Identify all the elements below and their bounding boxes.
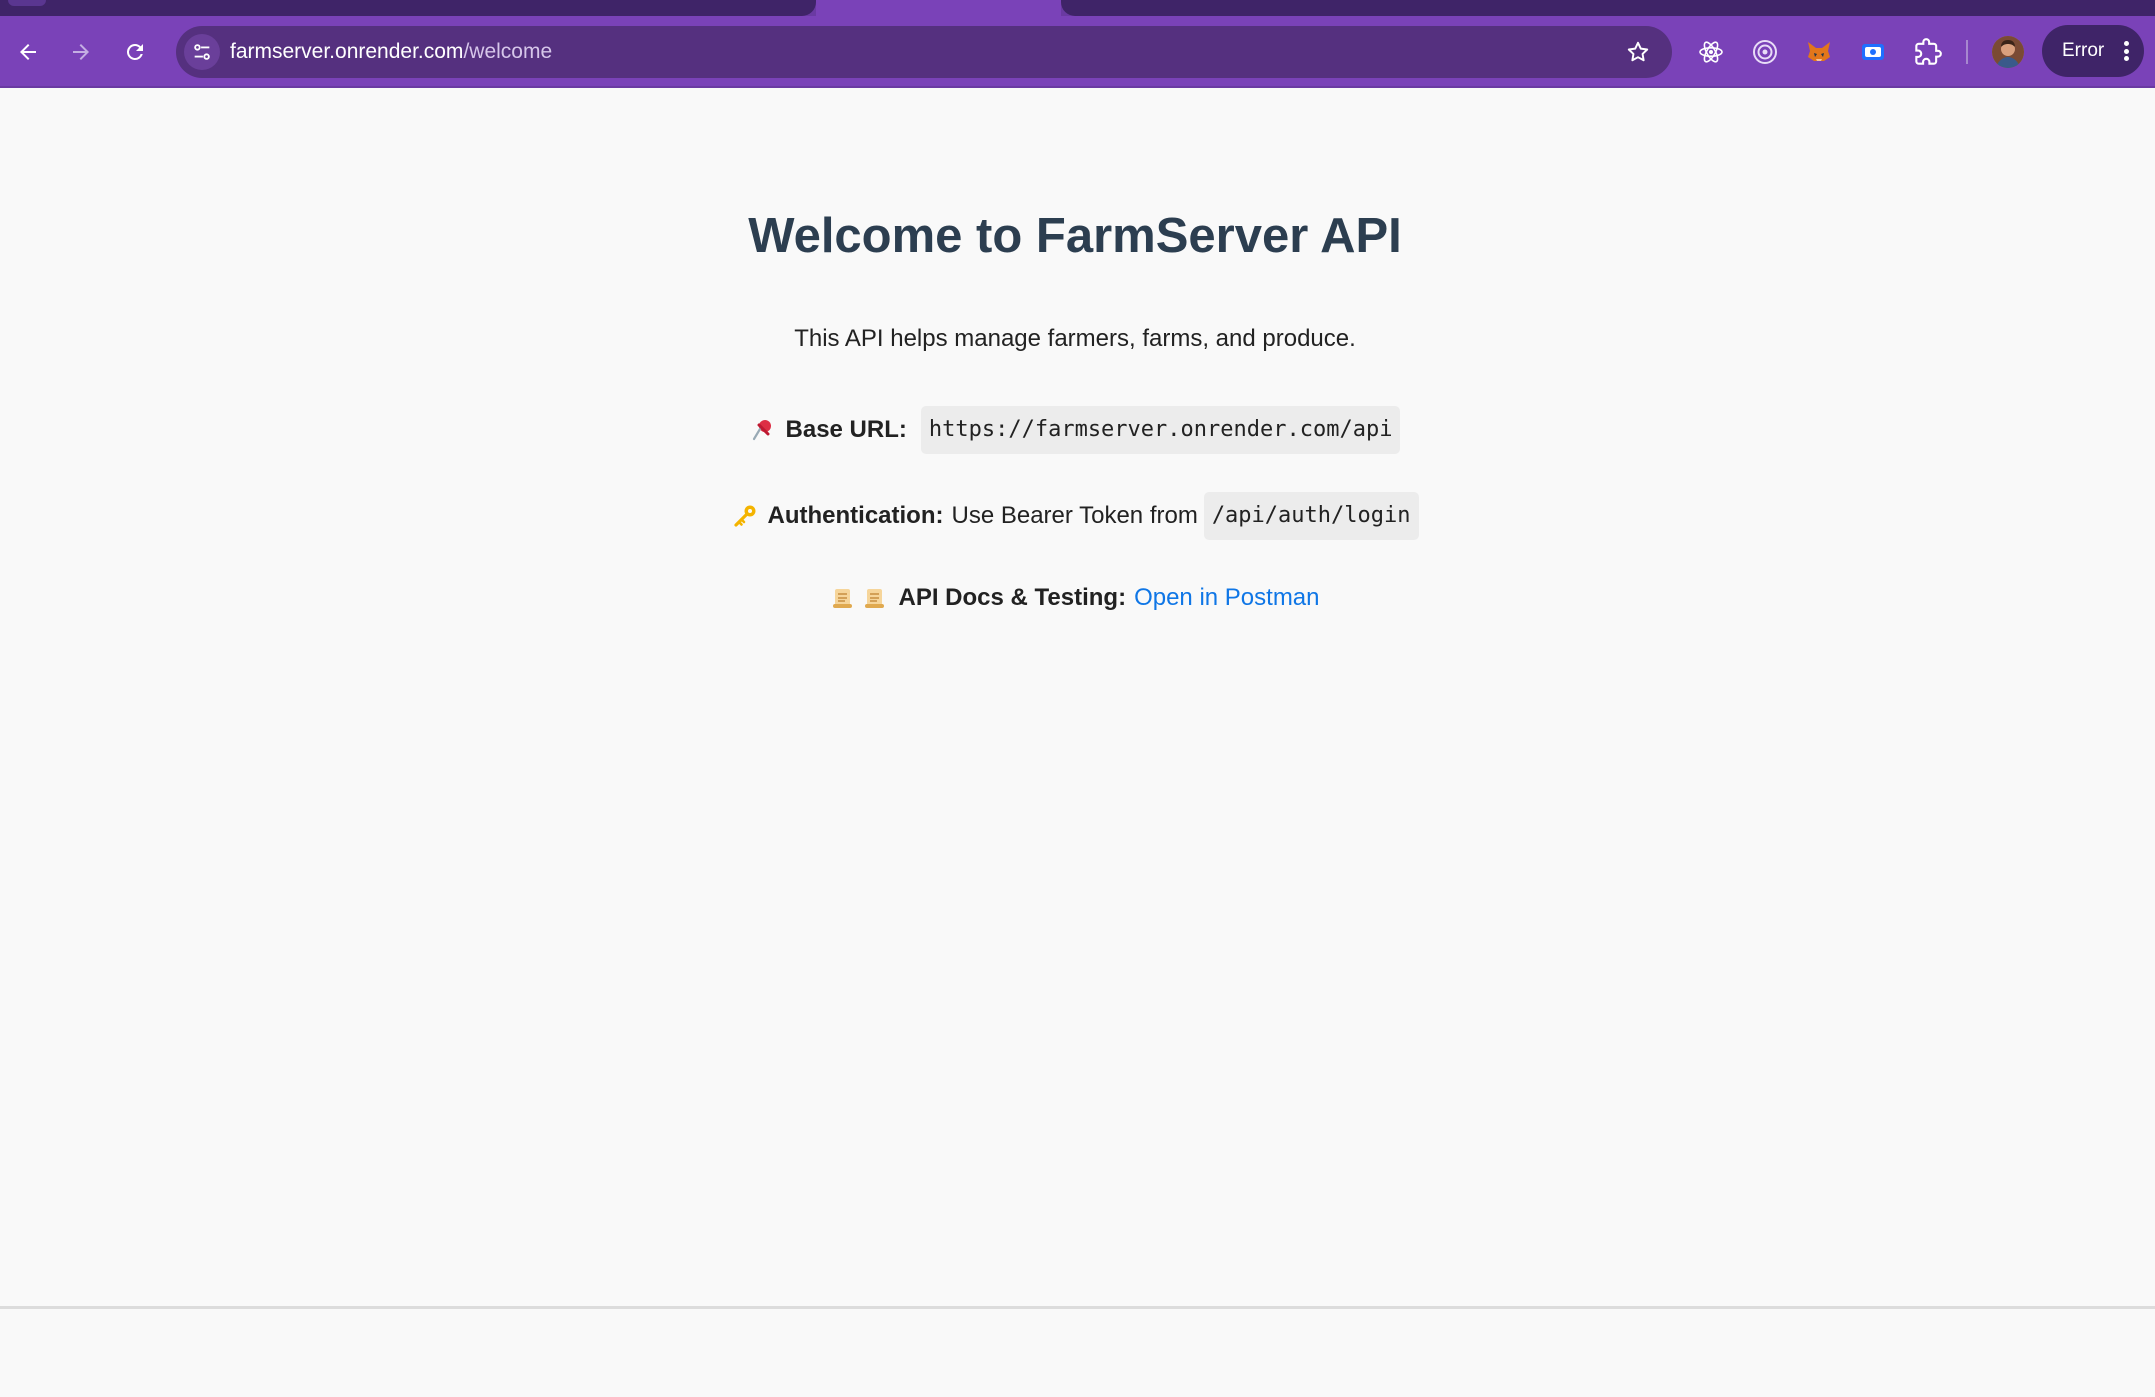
- extensions-button[interactable]: [1910, 34, 1946, 70]
- browser-toolbar: farmserver.onrender.com/welcome Error: [0, 16, 2155, 88]
- bookmark-button[interactable]: [1624, 38, 1652, 66]
- pushpin-icon: [750, 417, 776, 443]
- profile-avatar[interactable]: [1992, 36, 2024, 68]
- authentication-label: Authentication:: [767, 502, 944, 529]
- kebab-icon[interactable]: [2120, 39, 2132, 63]
- page-viewport: Welcome to FarmServer API This API helps…: [0, 88, 2155, 1394]
- docs-row: API Docs & Testing: Open in Postman: [0, 578, 2150, 618]
- puzzle-icon: [1915, 38, 1942, 65]
- authentication-text: Use Bearer Token from: [951, 502, 1198, 529]
- tune-icon: [194, 44, 210, 60]
- reload-button[interactable]: [117, 34, 153, 70]
- base-url-label: Base URL:: [785, 416, 907, 443]
- page-subtitle: This API helps manage farmers, farms, an…: [794, 325, 1356, 352]
- scroll-icon: [862, 585, 888, 611]
- screen-capture-extension[interactable]: [1855, 34, 1891, 70]
- background-tab-left[interactable]: [0, 0, 816, 16]
- active-tab[interactable]: [816, 0, 1061, 16]
- profile-error-label: Error: [2062, 40, 2105, 61]
- star-icon: [1627, 41, 1649, 62]
- react-devtools-extension[interactable]: [1693, 34, 1729, 70]
- target-icon: [1753, 40, 1777, 64]
- tab-strip: [0, 0, 2155, 16]
- reload-icon: [126, 43, 143, 60]
- metamask-fox-icon: [1808, 42, 1830, 61]
- background-tab-right[interactable]: [1061, 0, 2155, 16]
- react-devtools-icon: [1699, 41, 1723, 63]
- avatar-icon: [1992, 36, 2024, 68]
- screen-capture-icon: [1862, 44, 1884, 60]
- url-path: /welcome: [463, 40, 553, 63]
- toolbar-separator: [1966, 40, 1968, 64]
- back-button[interactable]: [10, 34, 46, 70]
- forward-button[interactable]: [63, 34, 99, 70]
- window-bottom-border: [0, 1306, 2155, 1309]
- docs-label: API Docs & Testing:: [898, 584, 1127, 611]
- profile-error-button[interactable]: Error: [2042, 25, 2144, 77]
- metamask-extension[interactable]: [1801, 34, 1837, 70]
- page-title: Welcome to FarmServer API: [748, 209, 1402, 263]
- site-info-button[interactable]: [184, 34, 220, 70]
- url-domain: farmserver.onrender.com: [230, 40, 464, 63]
- open-in-postman-link[interactable]: Open in Postman: [1134, 578, 1319, 618]
- authentication-row: Authentication: Use Bearer Token from /a…: [0, 492, 2150, 540]
- scroll-icon: [830, 585, 856, 611]
- url-text[interactable]: farmserver.onrender.com/welcome: [230, 26, 552, 78]
- base-url-value: https://farmserver.onrender.com/api: [920, 406, 1401, 454]
- arrow-right-icon: [73, 44, 89, 60]
- key-icon: [732, 503, 758, 529]
- tab-edge: [8, 0, 46, 6]
- arrow-left-icon: [20, 44, 36, 60]
- auth-endpoint: /api/auth/login: [1203, 492, 1419, 540]
- base-url-row: Base URL: https://farmserver.onrender.co…: [0, 406, 2150, 454]
- target-extension[interactable]: [1747, 34, 1783, 70]
- address-bar[interactable]: farmserver.onrender.com/welcome: [176, 26, 1672, 78]
